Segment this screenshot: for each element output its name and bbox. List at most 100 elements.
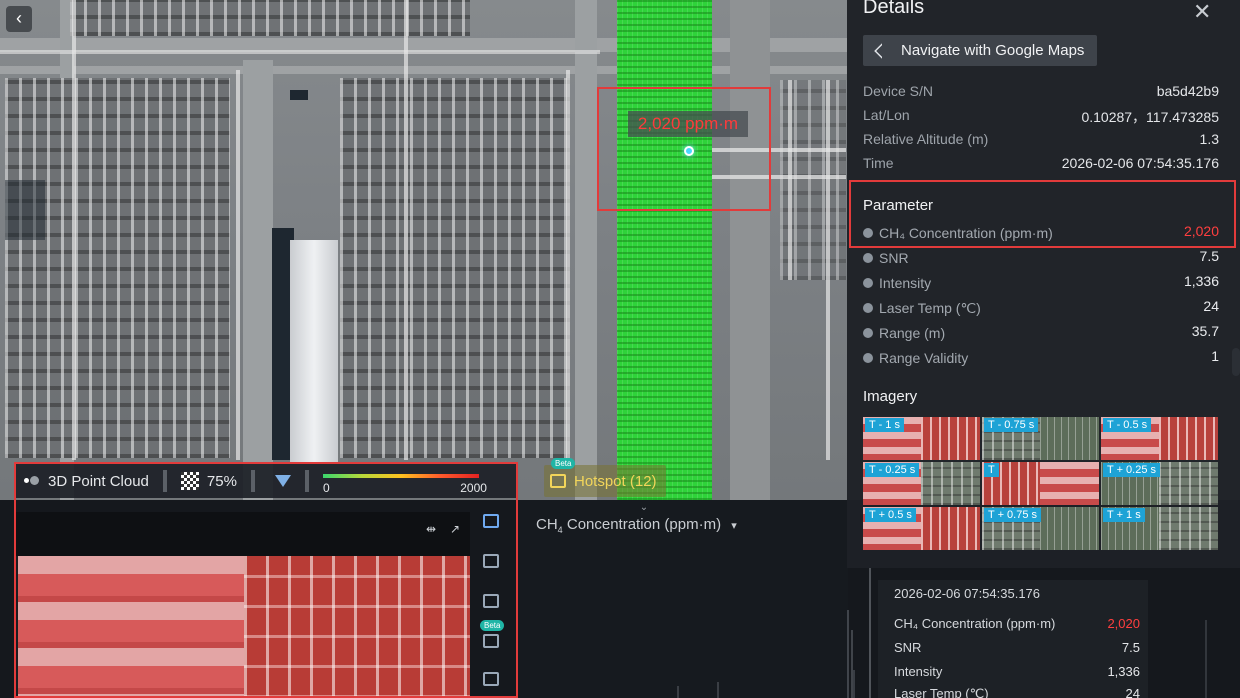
- summary-time: 2026-02-06 07:54:35.176: [894, 586, 1041, 601]
- summary-row: CH₄ Concentration (ppm·m) 2,020: [894, 616, 1140, 631]
- table-icon[interactable]: [483, 594, 499, 608]
- param-value: 1: [1211, 348, 1219, 364]
- param-label: Range (m): [879, 325, 946, 341]
- device-sn-row: Device S/N ba5d42b9: [863, 83, 1219, 103]
- hotspot-icon: [550, 474, 566, 488]
- imagery-viewer: ⇹ ↗: [16, 512, 470, 698]
- color-scale-min: 0: [322, 481, 330, 495]
- thumbnail[interactable]: T - 0.75 s: [982, 417, 1099, 460]
- param-value: 1,336: [1183, 273, 1219, 289]
- thumbnail-time-tag: T + 0.75 s: [984, 508, 1042, 522]
- save-icon[interactable]: [483, 672, 499, 686]
- thumbnail-time-tag: T - 0.25 s: [865, 463, 920, 477]
- details-panel: Details ✕ Navigate with Google Maps Devi…: [847, 0, 1240, 568]
- param-label: Laser Temp (℃): [879, 299, 981, 316]
- chevron-down-icon: ▾: [731, 520, 737, 532]
- time-value: 2026-02-06 07:54:35.176: [1061, 155, 1219, 171]
- summary-value: 24: [1125, 686, 1140, 698]
- hotspot-value-label: 2,020 ppm·m: [628, 111, 748, 137]
- info-icon[interactable]: [863, 328, 873, 338]
- thumbnail[interactable]: T - 1 s: [863, 417, 980, 460]
- info-icon[interactable]: [863, 303, 873, 313]
- param-row-laser-temp: Laser Temp (℃) 24: [863, 298, 1219, 318]
- thumbnail-time-tag: T + 0.25 s: [1103, 463, 1161, 477]
- thumbnail[interactable]: T + 1 s: [1101, 507, 1218, 550]
- color-scale: 0 2000: [322, 466, 487, 496]
- opacity-value: 75%: [206, 472, 237, 490]
- info-icon[interactable]: [863, 353, 873, 363]
- thumbnail[interactable]: T - 0.5 s: [1101, 417, 1218, 460]
- time-row: Time 2026-02-06 07:54:35.176: [863, 155, 1219, 175]
- id-card-icon[interactable]: [483, 554, 499, 568]
- param-row-range: Range (m) 35.7: [863, 323, 1219, 343]
- navigate-google-maps-button[interactable]: Navigate with Google Maps: [863, 35, 1097, 66]
- expand-icon[interactable]: ↗: [446, 520, 464, 538]
- toolbar-divider: [304, 470, 309, 492]
- thumbnail-time-tag: T: [984, 463, 999, 477]
- relative-altitude-value: 1.3: [1199, 131, 1219, 147]
- relative-altitude-label: Relative Altitude (m): [863, 131, 989, 147]
- point-cloud-toggle[interactable]: 3D Point Cloud: [16, 473, 157, 490]
- relative-altitude-row: Relative Altitude (m) 1.3: [863, 131, 1219, 151]
- point-cloud-strip: [617, 0, 712, 500]
- summary-label: SNR: [894, 640, 922, 655]
- side-toolbar: Beta: [478, 512, 505, 698]
- point-cloud-icon: [24, 476, 40, 486]
- summary-value: 7.5: [1121, 640, 1140, 655]
- thumbnail[interactable]: T: [982, 462, 1099, 505]
- panel-scroll-handle[interactable]: [1232, 348, 1240, 376]
- thumbnail[interactable]: T + 0.5 s: [863, 507, 980, 550]
- color-scale-max: 2000: [460, 481, 487, 495]
- device-sn-value: ba5d42b9: [1156, 83, 1219, 99]
- summary-label: Intensity: [894, 664, 943, 679]
- collapse-icon[interactable]: ⌄: [634, 502, 654, 513]
- param-value: 7.5: [1199, 248, 1219, 264]
- thumbnail[interactable]: T - 0.25 s: [863, 462, 980, 505]
- lat-lon-value: 0.10287，117.473285: [1081, 109, 1219, 125]
- side-beta-badge: Beta: [480, 620, 505, 631]
- thumbnail-time-tag: T + 1 s: [1103, 508, 1145, 522]
- summary-row: SNR 7.5: [894, 640, 1140, 655]
- thumbnail[interactable]: T + 0.75 s: [982, 507, 1099, 550]
- chart-title-suffix: Concentration (ppm·m): [562, 516, 722, 533]
- opacity-control[interactable]: 75%: [173, 472, 245, 490]
- point-summary-card: 2026-02-06 07:54:35.176 CH₄ Concentratio…: [878, 580, 1148, 698]
- imagery-thumbnail-grid: T - 1 s T - 0.75 s T - 0.5 s T - 0.25 s …: [863, 417, 1219, 551]
- param-value: 24: [1203, 298, 1219, 314]
- color-scale-bar: [322, 474, 479, 478]
- thumbnail-time-tag: T - 1 s: [865, 418, 904, 432]
- lat-lon-label: Lat/Lon: [863, 107, 910, 123]
- navigate-button-label: Navigate with Google Maps: [901, 42, 1085, 59]
- lat-lon-row: Lat/Lon 0.10287，117.473285: [863, 107, 1219, 127]
- param-value: 35.7: [1191, 323, 1219, 339]
- thumbnail[interactable]: T + 0.25 s: [1101, 462, 1218, 505]
- param-label: Intensity: [879, 275, 932, 291]
- filter-button[interactable]: [261, 475, 299, 487]
- hotspot-marker[interactable]: [684, 146, 694, 156]
- summary-row: Intensity 1,336: [894, 664, 1140, 679]
- chart-metric-selector[interactable]: CH4 Concentration (ppm·m) ▾: [536, 516, 737, 535]
- image-icon[interactable]: [483, 514, 499, 528]
- param-row-intensity: Intensity 1,336: [863, 273, 1219, 293]
- thumbnail-time-tag: T - 0.5 s: [1103, 418, 1152, 432]
- hotspot-button[interactable]: Hotspot (12): [544, 465, 666, 497]
- thumbnail-time-tag: T + 0.5 s: [865, 508, 916, 522]
- close-icon[interactable]: ✕: [1193, 0, 1211, 25]
- map-toolbar: 3D Point Cloud 75% 0 2000: [16, 464, 518, 498]
- hotspot-button-label: Hotspot (12): [574, 472, 657, 490]
- param-row-snr: SNR 7.5: [863, 248, 1219, 268]
- toolbar-divider: [250, 470, 255, 492]
- imagery-viewer-header: ⇹ ↗: [16, 512, 470, 556]
- time-label: Time: [863, 155, 894, 171]
- thermal-image-left: [18, 556, 244, 698]
- summary-value: 2,020: [1107, 616, 1140, 631]
- summary-label: CH₄ Concentration (ppm·m): [894, 616, 1056, 631]
- opacity-icon: [180, 472, 199, 490]
- info-icon[interactable]: [863, 253, 873, 263]
- report-icon[interactable]: [483, 634, 499, 648]
- fit-width-icon[interactable]: ⇹: [422, 520, 440, 538]
- info-icon[interactable]: [863, 278, 873, 288]
- back-icon[interactable]: ‹: [6, 6, 32, 32]
- imagery-section-title: Imagery: [863, 388, 918, 405]
- summary-value: 1,336: [1107, 664, 1140, 679]
